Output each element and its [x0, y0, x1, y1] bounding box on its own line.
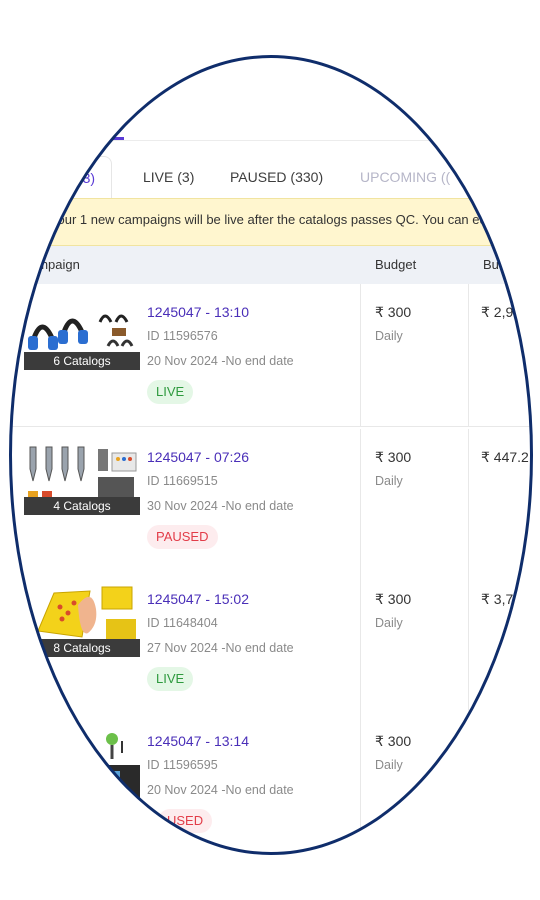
catalog-count: 8 Catalogs	[24, 639, 140, 657]
header-budget-spent: Bu	[483, 257, 499, 272]
campaign-dates: 20 Nov 2024 -No end date	[147, 354, 294, 368]
catalog-thumbnail[interactable]: 6 Catalogs	[24, 298, 140, 370]
tab-live[interactable]: LIVE (3)	[143, 156, 194, 198]
catalog-count: 6 Catalogs	[24, 352, 140, 370]
header-budget: Budget	[375, 257, 417, 272]
budget-value: ₹ 300	[375, 449, 412, 465]
column-divider	[360, 571, 361, 713]
column-divider	[360, 713, 361, 852]
table-row[interactable]: 8 Catalogs 1245047 - 15:02 ID 11648404 2…	[10, 571, 530, 714]
tool-holder-image	[102, 733, 140, 799]
campaign-page: 333) LIVE (3) PAUSED (330) UPCOMING (( Y…	[10, 56, 530, 852]
campaign-name-link[interactable]: 1245047 - 07:26	[147, 449, 249, 465]
qc-info-banner: Your 1 new campaigns will be live after …	[10, 198, 530, 246]
catalog-thumbnail[interactable]	[24, 727, 140, 799]
divider	[10, 140, 530, 141]
tab-upcoming[interactable]: UPCOMING ((	[360, 156, 450, 198]
status-badge: PAUSED	[147, 525, 218, 549]
column-divider	[360, 429, 361, 571]
campaign-name-link[interactable]: 1245047 - 13:14	[147, 733, 249, 749]
spotlight-oval: 333) LIVE (3) PAUSED (330) UPCOMING (( Y…	[10, 56, 530, 852]
table-row[interactable]: 4 Catalogs 1245047 - 07:26 ID 11669515 3…	[10, 429, 530, 572]
status-badge: LIVE	[147, 667, 194, 691]
tab-paused[interactable]: PAUSED (330)	[230, 156, 323, 198]
budget-frequency: Daily	[375, 758, 403, 772]
budget-spent-value: ₹ 2,9	[481, 304, 514, 320]
table-row[interactable]: 1245047 - 13:14 ID 11596595 20 Nov 2024 …	[10, 713, 530, 852]
header-campaign: ampaign	[30, 257, 80, 272]
column-divider	[360, 284, 361, 426]
campaign-id: ID 11596576	[147, 329, 218, 343]
campaign-id: ID 11669515	[147, 474, 218, 488]
catalog-count: 4 Catalogs	[24, 497, 140, 515]
campaign-dates: 27 Nov 2024 -No end date	[147, 641, 294, 655]
budget-frequency: Daily	[375, 616, 403, 630]
budget-spent-value: ₹ 3,7	[481, 591, 514, 607]
column-divider	[468, 571, 469, 713]
campaign-id: ID 11648404	[147, 616, 218, 630]
catalog-thumbnail[interactable]: 8 Catalogs	[24, 585, 140, 657]
column-divider	[468, 713, 469, 852]
column-divider	[468, 429, 469, 571]
status-badge: LIVE	[147, 380, 194, 404]
campaign-id: ID 11596595	[147, 758, 218, 772]
table-header: ampaign Budget Bu	[10, 246, 530, 284]
campaign-name-link[interactable]: 1245047 - 15:02	[147, 591, 249, 607]
column-divider	[468, 284, 469, 426]
table-row[interactable]: 6 Catalogs 1245047 - 13:10 ID 11596576 2…	[10, 284, 530, 427]
campaign-dates: 30 Nov 2024 -No end date	[147, 499, 294, 513]
status-tabs: 333) LIVE (3) PAUSED (330) UPCOMING ((	[10, 156, 530, 199]
budget-frequency: Daily	[375, 329, 403, 343]
banner-text: Your 1 new campaigns will be live after …	[50, 212, 487, 227]
tab-all[interactable]: 333)	[50, 156, 113, 199]
campaign-dates: 20 Nov 2024 -No end date	[147, 783, 294, 797]
budget-value: ₹ 300	[375, 733, 412, 749]
budget-value: ₹ 300	[375, 304, 412, 320]
status-badge: USED	[158, 809, 213, 833]
budget-frequency: Daily	[375, 474, 403, 488]
budget-value: ₹ 300	[375, 591, 412, 607]
budget-spent-value: ₹ 447.2	[481, 449, 529, 465]
campaign-name-link[interactable]: 1245047 - 13:10	[147, 304, 249, 320]
catalog-thumbnail[interactable]: 4 Catalogs	[24, 443, 140, 515]
